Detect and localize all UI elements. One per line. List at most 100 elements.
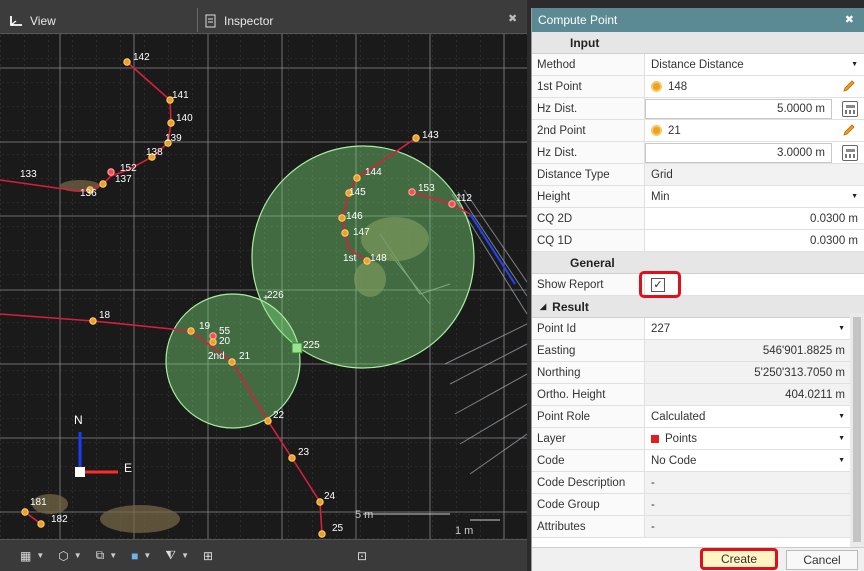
point-label: 19: [199, 321, 211, 332]
filter-tool[interactable]: ⧨ ▼: [165, 548, 189, 563]
point-label: 25: [332, 523, 344, 534]
method-row: Method Distance Distance ▼: [532, 54, 864, 76]
zoom-extents[interactable]: ⊡: [357, 549, 367, 563]
result-scrollbar[interactable]: [850, 313, 864, 549]
point-marker[interactable]: [338, 214, 346, 222]
point-marker[interactable]: [167, 119, 175, 127]
checkbox-highlight: [639, 271, 681, 298]
point-marker[interactable]: [209, 338, 217, 346]
calculator-icon[interactable]: [842, 144, 858, 161]
point-marker[interactable]: [99, 180, 107, 188]
cq1d-input[interactable]: 0.0300 m: [645, 230, 864, 251]
point-role-select[interactable]: Calculated ▼: [645, 406, 851, 427]
grid-toggle[interactable]: ▦ ▼: [20, 549, 44, 563]
point-marker[interactable]: [107, 168, 115, 176]
height-select[interactable]: Min ▼: [645, 186, 864, 207]
point-marker[interactable]: [408, 188, 416, 196]
code-desc-value: -: [645, 472, 851, 493]
close-icon[interactable]: ✖: [845, 13, 854, 26]
survey-point-2nd: 2nd: [208, 351, 225, 362]
layer-color-swatch: [651, 434, 659, 443]
code-desc-row: Code Description -: [532, 472, 851, 494]
cq2d-label: CQ 2D: [532, 208, 645, 229]
point-cloud-canvas[interactable]: N E 5 m 1 m + 14214114013913815213713313…: [0, 34, 527, 539]
cq2d-input[interactable]: 0.0300 m: [645, 208, 864, 229]
point-marker[interactable]: [353, 174, 361, 182]
hz-dist-2-input[interactable]: 3.0000 m: [645, 142, 832, 163]
view-pane: View Inspector ✖ N E 5 m 1 m + 142 141 1…: [0, 0, 527, 571]
point-marker[interactable]: [187, 327, 195, 335]
ortho-height-label: Ortho. Height: [532, 384, 645, 405]
map-viewport[interactable]: N E 5 m 1 m + 142 141 140 139 138 152 137 133 13…: [0, 34, 527, 539]
point-label: 1st: [343, 253, 357, 264]
hz-dist-1-input[interactable]: 5.0000 m: [645, 98, 832, 119]
zoom-box-icon: ⊡: [357, 548, 368, 563]
pencil-icon[interactable]: [842, 79, 856, 93]
chevron-down-icon: ▼: [851, 193, 858, 200]
close-icon[interactable]: ✖: [508, 12, 517, 25]
point-marker[interactable]: [37, 520, 45, 528]
code-select[interactable]: No Code ▼: [645, 450, 851, 471]
pencil-icon[interactable]: [842, 123, 856, 137]
hz-dist-1-cell: 5.0000 m: [645, 98, 864, 119]
point-marker[interactable]: [209, 332, 217, 340]
point-marker[interactable]: [341, 229, 349, 237]
shape-tool[interactable]: ⬡ ▼: [58, 549, 81, 563]
collapse-triangle-icon: ◢: [540, 302, 547, 311]
first-point-field[interactable]: 148: [645, 76, 864, 97]
point-marker[interactable]: [123, 58, 131, 66]
axis-e-label: E: [124, 461, 132, 475]
chevron-down-icon: ▼: [36, 551, 45, 560]
point-id-select[interactable]: 227 ▼: [645, 318, 851, 339]
tab-bar: View Inspector ✖: [0, 0, 527, 34]
layer-select[interactable]: Points ▼: [645, 428, 851, 449]
distance-type-value: Grid: [645, 164, 864, 185]
point-label: 133: [20, 169, 37, 180]
chevron-down-icon: ▼: [143, 551, 152, 560]
render-mode[interactable]: ■ ▼: [131, 549, 151, 563]
point-marker[interactable]: [228, 358, 236, 366]
document-icon: [205, 14, 216, 28]
tab-inspector[interactable]: Inspector: [204, 8, 273, 34]
scrollbar-thumb[interactable]: [853, 317, 861, 542]
point-marker[interactable]: [89, 317, 97, 325]
chevron-down-icon: ▼: [851, 61, 858, 68]
easting-row: Easting 546'901.8825 m: [532, 340, 851, 362]
northing-value: 5'250'313.7050 m: [645, 362, 851, 383]
point-marker[interactable]: [412, 134, 420, 142]
method-select[interactable]: Distance Distance ▼: [645, 54, 864, 75]
second-point-field[interactable]: 21: [645, 120, 864, 141]
second-point-row: 2nd Point 21: [532, 120, 864, 142]
point-role-value: Calculated: [651, 410, 706, 423]
layer-row: Layer Points ▼: [532, 428, 851, 450]
point-icon: [651, 81, 662, 92]
cube-tool[interactable]: ⧉ ▼: [96, 548, 118, 563]
input-section-header[interactable]: Input: [532, 32, 864, 54]
point-marker[interactable]: [316, 498, 324, 506]
table-tool[interactable]: ⊞: [203, 549, 213, 563]
survey-point-136[interactable]: 136: [80, 186, 97, 199]
result-section-header[interactable]: ◢ Result: [532, 296, 864, 318]
input-header-label: Input: [570, 35, 600, 50]
tab-divider: [197, 8, 198, 32]
point-marker[interactable]: [21, 508, 29, 516]
point-marker[interactable]: [288, 454, 296, 462]
eraser-icon: ⬡: [58, 548, 69, 563]
show-report-label: Show Report: [532, 274, 645, 295]
point-label: 181: [30, 497, 47, 508]
height-label: Height: [532, 186, 645, 207]
general-section-header[interactable]: General: [532, 252, 864, 274]
ortho-height-value: 404.0211 m: [645, 384, 851, 405]
tab-view[interactable]: View: [8, 8, 56, 34]
chevron-down-icon: ▼: [838, 413, 845, 420]
create-button[interactable]: Create: [700, 548, 778, 570]
table-icon: ⊞: [202, 548, 214, 563]
survey-point-145[interactable]: 145: [345, 187, 366, 198]
point-marker[interactable]: [318, 530, 326, 538]
point-marker[interactable]: [448, 200, 456, 208]
show-report-row: Show Report ✓: [532, 271, 864, 298]
first-point-label: 1st Point: [532, 76, 645, 97]
cancel-button[interactable]: Cancel: [786, 550, 858, 570]
calculator-icon[interactable]: [842, 100, 858, 117]
point-marker[interactable]: [264, 417, 272, 425]
